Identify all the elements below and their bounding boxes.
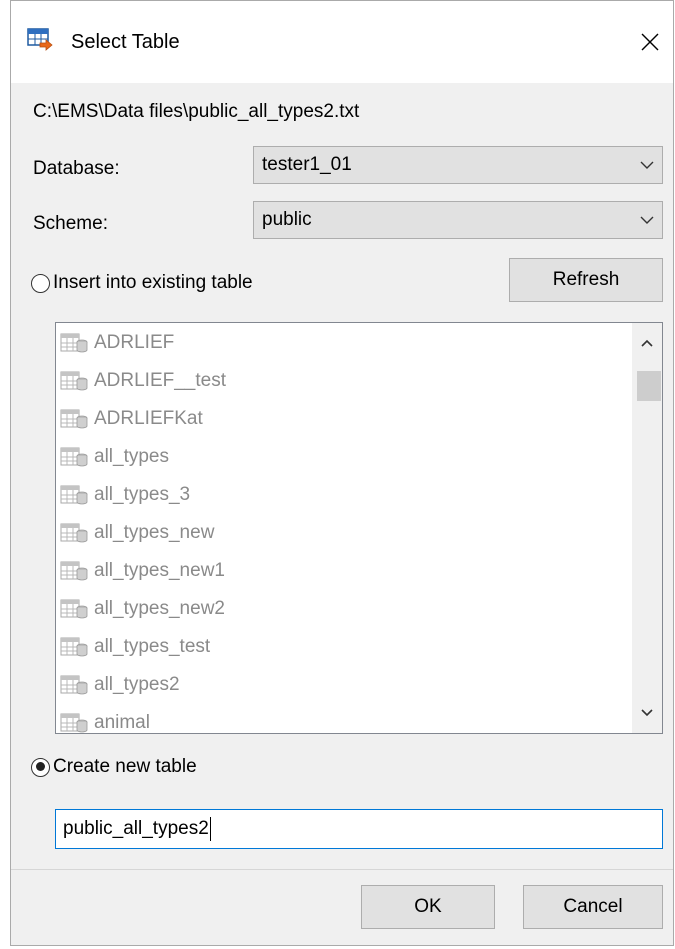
table-list-item[interactable]: all_types xyxy=(60,439,169,475)
table-icon xyxy=(60,446,88,468)
table-list-item[interactable]: ADRLIEFKat xyxy=(60,401,203,437)
table-icon xyxy=(60,674,88,696)
table-name: all_types xyxy=(94,446,169,467)
table-name: all_types_3 xyxy=(94,484,191,505)
table-list-item[interactable]: all_types_new2 xyxy=(60,591,225,627)
insert-existing-radio[interactable]: Insert into existing table xyxy=(31,272,253,294)
table-icon xyxy=(60,484,88,506)
file-path: C:\EMS\Data files\public_all_types2.txt xyxy=(33,101,360,122)
close-icon xyxy=(641,33,659,51)
table-icon xyxy=(60,408,88,430)
scroll-up-button[interactable] xyxy=(632,323,662,363)
table-import-icon xyxy=(27,28,53,51)
create-new-radio[interactable]: Create new table xyxy=(31,756,197,778)
scheme-value: public xyxy=(262,209,312,230)
table-name: all_types_new xyxy=(94,522,215,543)
table-list-item[interactable]: all_types_test xyxy=(60,629,210,665)
close-button[interactable] xyxy=(627,19,673,65)
database-value: tester1_01 xyxy=(262,154,352,175)
table-list-item[interactable]: all_types_new xyxy=(60,515,214,551)
database-select[interactable]: tester1_01 xyxy=(253,146,663,184)
scheme-select[interactable]: public xyxy=(253,201,663,239)
scroll-down-button[interactable] xyxy=(632,693,662,733)
new-table-name-input[interactable]: public_all_types2 xyxy=(55,809,663,849)
table-name: ADRLIEF__test xyxy=(94,370,226,391)
table-list-item[interactable]: ADRLIEF xyxy=(60,325,174,361)
select-table-dialog: Select Table C:\EMS\Data files\public_al… xyxy=(10,0,674,946)
chevron-up-icon xyxy=(641,339,653,347)
chevron-down-icon xyxy=(641,709,653,717)
ok-button[interactable]: OK xyxy=(361,885,495,929)
list-scrollbar[interactable] xyxy=(632,323,662,733)
table-name: ADRLIEF xyxy=(94,332,175,353)
text-caret xyxy=(209,816,211,841)
insert-existing-radio-button[interactable] xyxy=(31,273,50,293)
insert-existing-label: Insert into existing table xyxy=(53,272,253,293)
footer-divider xyxy=(11,869,673,870)
table-icon xyxy=(60,712,88,733)
table-icon xyxy=(60,636,88,658)
table-icon xyxy=(60,560,88,582)
table-name: animal xyxy=(94,712,150,733)
table-list-item[interactable]: all_types2 xyxy=(60,667,180,703)
table-list-item[interactable]: all_types_3 xyxy=(60,477,190,513)
create-new-radio-button[interactable] xyxy=(31,757,50,777)
table-name: all_types_test xyxy=(94,636,211,657)
table-icon xyxy=(60,522,88,544)
chevron-down-icon xyxy=(640,216,654,224)
dialog-title: Select Table xyxy=(71,31,180,53)
new-table-name-value: public_all_types2 xyxy=(63,818,209,839)
scroll-thumb[interactable] xyxy=(637,371,661,401)
table-icon xyxy=(60,370,88,392)
chevron-down-icon xyxy=(640,161,654,169)
table-list[interactable]: ADRLIEF ADRLIEF__test ADRLIEFKat all_typesa… xyxy=(55,322,663,734)
table-icon xyxy=(60,598,88,620)
table-list-item[interactable]: animal xyxy=(60,705,150,733)
table-list-item[interactable]: ADRLIEF__test xyxy=(60,363,226,399)
table-name: all_types_new1 xyxy=(94,560,225,581)
scheme-label: Scheme: xyxy=(33,213,108,234)
table-name: all_types2 xyxy=(94,674,180,695)
cancel-button[interactable]: Cancel xyxy=(523,885,663,929)
table-list-item[interactable]: all_types_new1 xyxy=(60,553,225,589)
refresh-button[interactable]: Refresh xyxy=(509,258,663,302)
create-new-label: Create new table xyxy=(53,756,197,777)
table-icon xyxy=(60,332,88,354)
table-name: all_types_new2 xyxy=(94,598,225,619)
table-name: ADRLIEFKat xyxy=(94,408,203,429)
database-label: Database: xyxy=(33,158,120,179)
title-bar: Select Table xyxy=(11,1,673,83)
